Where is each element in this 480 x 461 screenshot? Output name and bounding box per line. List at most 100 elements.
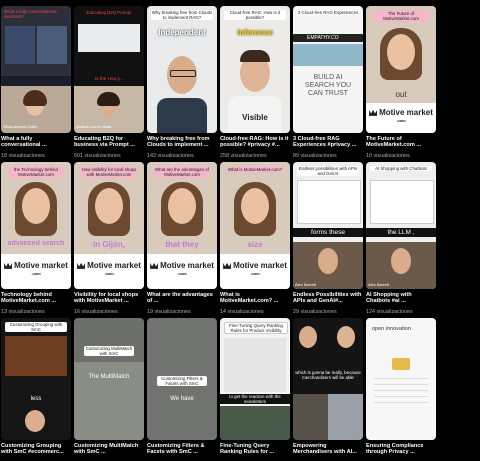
- thumb-top-text: Endless possibilities with APIs and GenA…: [297, 166, 359, 176]
- video-tile[interactable]: What are the advantages of MotiveMarket.…: [147, 162, 217, 315]
- video-title[interactable]: Empowering Merchandisers with AI...: [293, 443, 363, 456]
- video-title[interactable]: What a fully conversational ...: [1, 136, 71, 149]
- video-tile[interactable]: Customizing MultiMatch with SmC The Mult…: [74, 318, 144, 455]
- video-title[interactable]: Educating B2Q for business via Prompt ..…: [74, 136, 144, 149]
- motivemarket-logo-icon: [369, 109, 378, 116]
- thumb-top-text: Customizing MultiMatch with SmC: [84, 346, 134, 356]
- video-tile[interactable]: Fine-Tuning Query Ranking Rules for Prod…: [220, 318, 290, 455]
- caption-word: out: [395, 90, 407, 99]
- video-tile[interactable]: 3 Cloud-free RAG Experiences EMPATHY.CO …: [293, 6, 363, 159]
- motivemarket-logo: Motive market .com: [1, 262, 71, 278]
- video-tile[interactable]: AI Shopping with Chatbots the LLM , Alex…: [366, 162, 436, 315]
- thumb-top-text: Customizing Filters & Facets with SmC: [157, 376, 207, 386]
- thumb-person-area: [328, 394, 363, 440]
- video-thumbnail[interactable]: How visibility for local shops with Moti…: [74, 162, 144, 289]
- video-title[interactable]: Customizing MultiMatch with SmC ...: [74, 443, 144, 456]
- thumb-screen: [224, 338, 286, 392]
- thumb-top-text: AI Shopping with Chatbots: [370, 166, 432, 171]
- thumb-top-text: 3 Cloud-free RAG Experiences: [297, 10, 359, 15]
- video-title[interactable]: The Future of MotiveMarket.com ...: [366, 136, 436, 149]
- video-tile[interactable]: What is MotiveMarket.com? size Motive ma…: [220, 162, 290, 315]
- caption-word: size: [247, 240, 263, 249]
- video-title[interactable]: Customizing Filters & Facets with SmC ..…: [147, 443, 217, 456]
- view-count: 501 visualizaciones: [74, 153, 121, 159]
- video-thumbnail[interactable]: which is gonna be really, because mercha…: [293, 318, 363, 440]
- video-tile[interactable]: How visibility for local shops with Moti…: [74, 162, 144, 315]
- video-tile[interactable]: The Future of MotiveMarket.com out Motiv…: [366, 6, 436, 159]
- video-thumbnail[interactable]: Fine-Tuning Query Ranking Rules for Prod…: [220, 318, 290, 440]
- video-tile[interactable]: Cloud-free RAG: How is it possible? infe…: [220, 6, 290, 159]
- thumb-top-pill: What is MotiveMarket.com?: [227, 166, 283, 173]
- thumb-name-label: Alex Barrett: [368, 282, 389, 287]
- video-title[interactable]: What is MotiveMarket.com? ...: [220, 292, 290, 305]
- thumb-top-text: Why breaking free from Clouds to impleme…: [151, 10, 213, 20]
- video-title[interactable]: AI Shopping with Chatbots #ai ...: [366, 292, 436, 305]
- video-title[interactable]: Endless Possibilities with APIs and GenA…: [293, 292, 363, 305]
- video-title[interactable]: Technology behind MotiveMarket.com ...: [1, 292, 71, 305]
- video-thumbnail[interactable]: What a fully conversational assistant? S…: [1, 6, 71, 133]
- thumb-person-area: [220, 406, 290, 440]
- video-thumbnail[interactable]: Educating B2Q Prompt to the Hoa y... And…: [74, 6, 144, 133]
- video-title[interactable]: Ensuring Compliance through Privacy ...: [366, 443, 436, 456]
- site-url: EMPATHY.CO: [307, 35, 339, 41]
- video-thumbnail[interactable]: Customizing MultiMatch with SmC The Mult…: [74, 318, 144, 440]
- video-tile[interactable]: the Technology behind MotiveMarket.com a…: [1, 162, 71, 315]
- video-tile[interactable]: which is gonna be really, because mercha…: [293, 318, 363, 455]
- video-thumbnail[interactable]: Cloud-free RAG: How is it possible? infe…: [220, 6, 290, 133]
- video-thumbnail[interactable]: What is MotiveMarket.com? size Motive ma…: [220, 162, 290, 289]
- person-face: [168, 188, 196, 224]
- video-tile[interactable]: What a fully conversational assistant? S…: [1, 6, 71, 159]
- view-count: 143 visualizaciones: [147, 153, 194, 159]
- thumb-screen: [78, 24, 140, 52]
- thumb-top-pill: the Technology behind MotiveMarket.com: [8, 166, 64, 178]
- video-title[interactable]: Cloud-free RAG: How is it possible? #pri…: [220, 136, 290, 149]
- motivemarket-logo: Motive market .com: [220, 262, 290, 278]
- video-title[interactable]: Fine-Tuning Query Ranking Rules for ...: [220, 443, 290, 456]
- glasses: [170, 70, 196, 77]
- thumb-person-area: [293, 394, 328, 440]
- video-thumbnail[interactable]: open innovation: [366, 318, 436, 440]
- motivemarket-logo-icon: [223, 262, 232, 269]
- thumb-screen: [5, 336, 67, 376]
- motivemarket-logo-icon: [77, 262, 86, 269]
- video-thumbnail[interactable]: The Future of MotiveMarket.com out Motiv…: [366, 6, 436, 133]
- thumb-top-text: What a fully conversational assistant?: [4, 9, 57, 19]
- hero-image: [293, 44, 363, 66]
- video-tile[interactable]: Customizing Grouping with SmC less Custo…: [1, 318, 71, 455]
- video-tile[interactable]: Customizing Filters & Facets with SmC We…: [147, 318, 217, 455]
- video-thumbnail[interactable]: AI Shopping with Chatbots the LLM , Alex…: [366, 162, 436, 289]
- video-thumbnail[interactable]: Customizing Grouping with SmC less: [1, 318, 71, 440]
- person-face: [387, 34, 415, 70]
- video-tile[interactable]: open innovation Ensuring Compliance thro…: [366, 318, 436, 455]
- video-thumbnail[interactable]: What are the advantages of MotiveMarket.…: [147, 162, 217, 289]
- video-thumbnail[interactable]: Why breaking free from Clouds to impleme…: [147, 6, 217, 133]
- video-title[interactable]: Customizing Grouping with SmC #ecommerc.…: [1, 443, 71, 456]
- video-thumbnail[interactable]: Endless possibilities with APIs and GenA…: [293, 162, 363, 289]
- thumb-top-pill: How visibility for local shops with Moti…: [81, 166, 137, 178]
- video-title[interactable]: Visibility for local shops with MotiveMa…: [74, 292, 144, 305]
- video-tile[interactable]: Why breaking free from Clouds to impleme…: [147, 6, 217, 159]
- thumb-top-text: Educating B2Q Prompt: [86, 10, 132, 15]
- view-count: 19 visualizaciones: [147, 309, 191, 315]
- person-face: [299, 326, 317, 348]
- person-hair: [240, 50, 270, 62]
- video-title[interactable]: What are the advantages of ...: [147, 292, 217, 305]
- view-count: 124 visualizaciones: [366, 309, 413, 315]
- person-face: [95, 188, 123, 224]
- video-tile[interactable]: Educating B2Q Prompt to the Hoa y... And…: [74, 6, 144, 159]
- video-title[interactable]: Why breaking free from Clouds to impleme…: [147, 136, 217, 149]
- video-thumbnail[interactable]: the Technology behind MotiveMarket.com a…: [1, 162, 71, 289]
- thumb-panel: [5, 26, 35, 64]
- motivemarket-logo: Motive market .com: [74, 262, 144, 278]
- person-face: [25, 410, 45, 432]
- video-title[interactable]: 3 Cloud-free RAG Experiences #privacy ..…: [293, 136, 363, 149]
- caption-word: The MultiMatch: [88, 374, 130, 380]
- motivemarket-logo: Motive market .com: [147, 262, 217, 278]
- video-tile[interactable]: Endless possibilities with APIs and GenA…: [293, 162, 363, 315]
- person-body: [157, 98, 207, 133]
- view-count: 89 visualizaciones: [293, 153, 337, 159]
- caption-word: Independent: [158, 28, 206, 37]
- video-thumbnail[interactable]: 3 Cloud-free RAG Experiences EMPATHY.CO …: [293, 6, 363, 133]
- thumb-name-label: Andrea Llorca Nisar: [76, 124, 112, 129]
- video-thumbnail[interactable]: Customizing Filters & Facets with SmC We…: [147, 318, 217, 440]
